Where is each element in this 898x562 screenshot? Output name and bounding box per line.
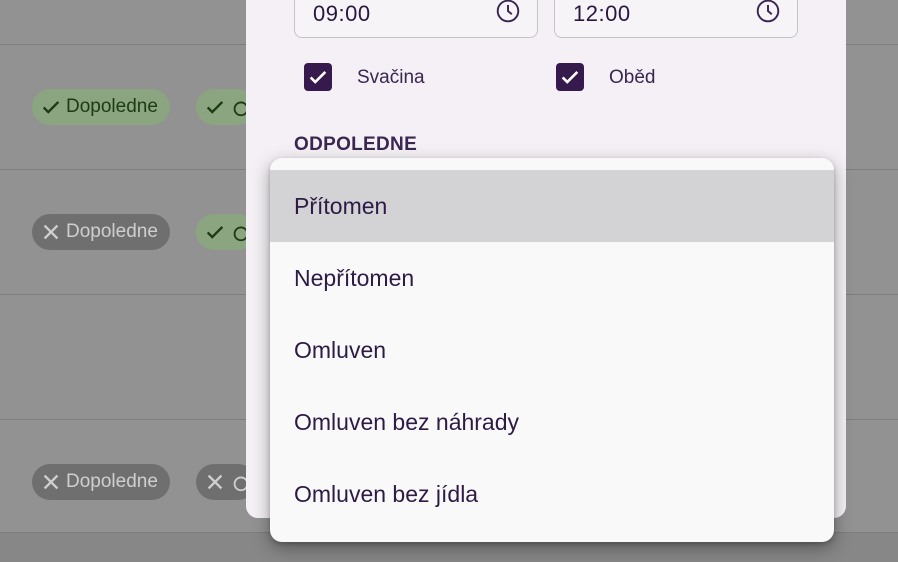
close-icon xyxy=(207,474,223,490)
time-from-value: 09:00 xyxy=(313,1,371,26)
clock-icon[interactable] xyxy=(495,0,521,24)
snack-checkbox[interactable] xyxy=(304,63,332,91)
check-icon xyxy=(206,226,224,239)
lunch-label: Oběd xyxy=(609,67,656,88)
check-icon xyxy=(206,101,224,114)
lunch-checkbox[interactable] xyxy=(556,63,584,91)
menu-item-excused-no-compensation[interactable]: Omluven bez náhrady xyxy=(270,386,834,458)
chip-label: Dopoledne xyxy=(66,221,158,242)
chip-label: Dopoledne xyxy=(66,96,158,117)
close-icon xyxy=(43,474,59,490)
check-icon xyxy=(42,101,60,114)
menu-item-present[interactable]: Přítomen xyxy=(270,170,834,242)
morning-absent-chip[interactable]: Dopoledne xyxy=(32,214,170,250)
menu-item-absent[interactable]: Nepřítomen xyxy=(270,242,834,314)
menu-item-excused-no-food[interactable]: Omluven bez jídla xyxy=(270,458,834,530)
time-from-field[interactable]: 09:00 xyxy=(294,0,538,38)
time-to-value: 12:00 xyxy=(573,1,631,26)
attendance-status-menu: Přítomen Nepřítomen Omluven Omluven bez … xyxy=(270,158,834,542)
check-icon xyxy=(309,71,327,84)
morning-absent-chip[interactable]: Dopoledne xyxy=(32,464,170,500)
chip-label: Dopoledne xyxy=(66,471,158,492)
snack-label: Svačina xyxy=(357,67,425,88)
close-icon xyxy=(43,224,59,240)
morning-present-chip[interactable]: Dopoledne xyxy=(32,89,170,125)
menu-item-excused[interactable]: Omluven xyxy=(270,314,834,386)
section-title-afternoon: ODPOLEDNE xyxy=(294,134,418,155)
clock-icon[interactable] xyxy=(755,0,781,24)
check-icon xyxy=(561,71,579,84)
time-to-field[interactable]: 12:00 xyxy=(554,0,798,38)
